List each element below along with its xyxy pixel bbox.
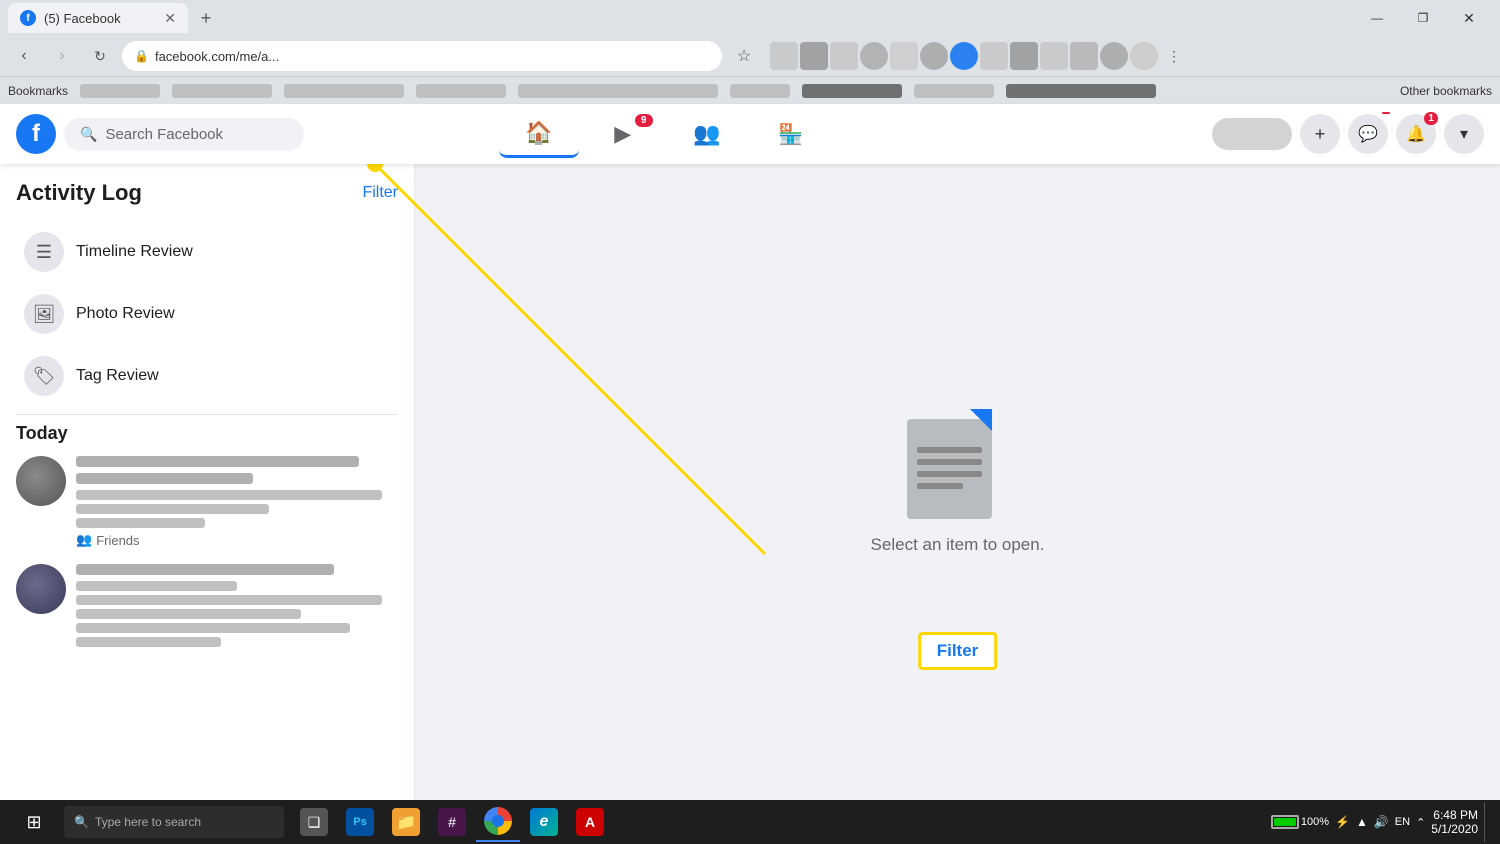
keyboard-icon: EN (1395, 816, 1410, 828)
tag-review-icon: 🏷 (24, 356, 64, 396)
forward-button[interactable]: › (46, 40, 78, 72)
network-icon[interactable]: ▲ (1356, 815, 1368, 829)
photoshop-app[interactable]: Ps (338, 802, 382, 842)
sidebar-item-photo-review[interactable]: 🖼 Photo Review (16, 284, 398, 344)
chrome-app[interactable] (476, 802, 520, 842)
system-tray[interactable]: ⌃ (1416, 816, 1425, 829)
taskbar-right: 100% ⚡ ▲ 🔊 EN ⌃ 6:48 PM 5/1/2020 (1271, 802, 1492, 842)
sidebar-item-tag-review[interactable]: 🏷 Tag Review (16, 346, 398, 406)
search-bar[interactable]: 🔍 Search Facebook (64, 118, 304, 151)
bookmark-star[interactable]: ☆ (728, 40, 760, 72)
slack-app[interactable]: # (430, 802, 474, 842)
refresh-button[interactable]: ↻ (84, 40, 116, 72)
other-bookmarks-label[interactable]: Other bookmarks (1400, 84, 1492, 98)
bookmarks-label[interactable]: Bookmarks (8, 84, 68, 98)
browser-toolbar: ‹ › ↻ 🔒 facebook.com/me/a... ☆ ⋮ (0, 36, 1500, 76)
timeline-review-label: Timeline Review (76, 243, 193, 261)
activity-meta-1: 👥 Friends (76, 532, 398, 548)
fb-header: f 🔍 Search Facebook 🏠 ▶ 9 👥 🏪 + 💬 🔔 1 ▾ (0, 104, 1500, 164)
extensions-area: ⋮ (770, 42, 1188, 70)
messenger-button[interactable]: 💬 (1348, 114, 1388, 154)
address-bar[interactable]: 🔒 facebook.com/me/a... (122, 41, 722, 71)
tab-favicon: f (20, 10, 36, 26)
date-display: 5/1/2020 (1431, 822, 1478, 836)
bookmarks-bar: Bookmarks Other bookmarks (0, 76, 1500, 104)
search-placeholder: Search Facebook (105, 126, 223, 143)
main-area: Select an item to open. Filter (415, 164, 1500, 800)
tab-close[interactable]: ✕ (164, 10, 176, 27)
watch-nav-item[interactable]: ▶ 9 (583, 110, 663, 158)
task-view-button[interactable]: ❑ (292, 802, 336, 842)
activity-log-header: Activity Log Filter (16, 180, 398, 206)
photo-review-label: Photo Review (76, 305, 175, 323)
minimize-button[interactable]: — (1354, 3, 1400, 33)
sound-icon[interactable]: 🔊 (1374, 815, 1389, 829)
left-sidebar: Activity Log Filter ☰ Timeline Review 🖼 … (0, 164, 415, 800)
activity-log-title: Activity Log (16, 180, 142, 206)
today-section: Today 👥 Friends (16, 423, 398, 651)
filter-link[interactable]: Filter (362, 184, 398, 202)
clock[interactable]: 6:48 PM 5/1/2020 (1431, 808, 1478, 836)
lock-icon: 🔒 (134, 49, 149, 63)
search-icon: 🔍 (80, 126, 97, 143)
activity-content-1: 👥 Friends (76, 456, 398, 548)
avatar-1 (16, 456, 66, 506)
file-explorer-app[interactable]: 📁 (384, 802, 428, 842)
back-button[interactable]: ‹ (8, 40, 40, 72)
browser-tab[interactable]: f (5) Facebook ✕ (8, 3, 188, 33)
notifications-badge: 1 (1424, 112, 1438, 125)
acrobat-app[interactable]: A (568, 802, 612, 842)
tag-review-label: Tag Review (76, 367, 159, 385)
sidebar-item-timeline-review[interactable]: ☰ Timeline Review (16, 222, 398, 282)
show-desktop-button[interactable] (1484, 802, 1492, 842)
empty-state-text: Select an item to open. (871, 535, 1045, 555)
taskbar-search-icon: 🔍 (74, 815, 89, 829)
annotation-filter-box: Filter (918, 632, 998, 670)
taskbar-apps: ❑ Ps 📁 # e A (292, 802, 612, 842)
start-button[interactable]: ⊞ (8, 802, 60, 842)
watch-badge: 9 (635, 114, 653, 127)
notifications-button[interactable]: 🔔 1 (1396, 114, 1436, 154)
activity-item-1[interactable]: 👥 Friends (16, 456, 398, 548)
fb-nav: 🏠 ▶ 9 👥 🏪 (499, 110, 831, 158)
window-controls: — ❐ ✕ (1354, 3, 1492, 33)
friends-nav-item[interactable]: 👥 (667, 110, 747, 158)
create-button[interactable]: + (1300, 114, 1340, 154)
activity-content-2 (76, 564, 398, 651)
home-nav-item[interactable]: 🏠 (499, 110, 579, 158)
edge-app[interactable]: e (522, 802, 566, 842)
new-tab-button[interactable]: + (192, 4, 220, 32)
system-icons: ⚡ ▲ 🔊 EN (1335, 815, 1410, 829)
taskbar-search[interactable]: 🔍 Type here to search (64, 806, 284, 838)
photo-review-icon: 🖼 (24, 294, 64, 334)
menu-button[interactable]: ▾ (1444, 114, 1484, 154)
activity-privacy-1: Friends (96, 533, 139, 548)
header-right: + 💬 🔔 1 ▾ (1212, 114, 1484, 154)
empty-state: Select an item to open. (871, 409, 1045, 555)
taskbar-search-text: Type here to search (95, 815, 201, 829)
timeline-review-icon: ☰ (24, 232, 64, 272)
close-button[interactable]: ✕ (1446, 3, 1492, 33)
address-text: facebook.com/me/a... (155, 49, 710, 64)
activity-item-2[interactable] (16, 564, 398, 651)
taskbar: ⊞ 🔍 Type here to search ❑ Ps 📁 # e A (0, 800, 1500, 844)
power-icon: ⚡ (1335, 815, 1350, 829)
battery-indicator: 100% (1271, 815, 1329, 829)
avatar-2 (16, 564, 66, 614)
today-label: Today (16, 423, 398, 444)
main-content: Activity Log Filter ☰ Timeline Review 🖼 … (0, 164, 1500, 800)
empty-state-icon (907, 409, 1007, 519)
fb-logo[interactable]: f (16, 114, 56, 154)
sidebar-divider (16, 414, 398, 415)
maximize-button[interactable]: ❐ (1400, 3, 1446, 33)
tab-title: (5) Facebook (44, 11, 156, 26)
marketplace-nav-item[interactable]: 🏪 (751, 110, 831, 158)
time-display: 6:48 PM (1431, 808, 1478, 822)
browser-titlebar: f (5) Facebook ✕ + — ❐ ✕ (0, 0, 1500, 36)
windows-icon: ⊞ (26, 812, 41, 833)
messenger-badge (1382, 112, 1390, 114)
